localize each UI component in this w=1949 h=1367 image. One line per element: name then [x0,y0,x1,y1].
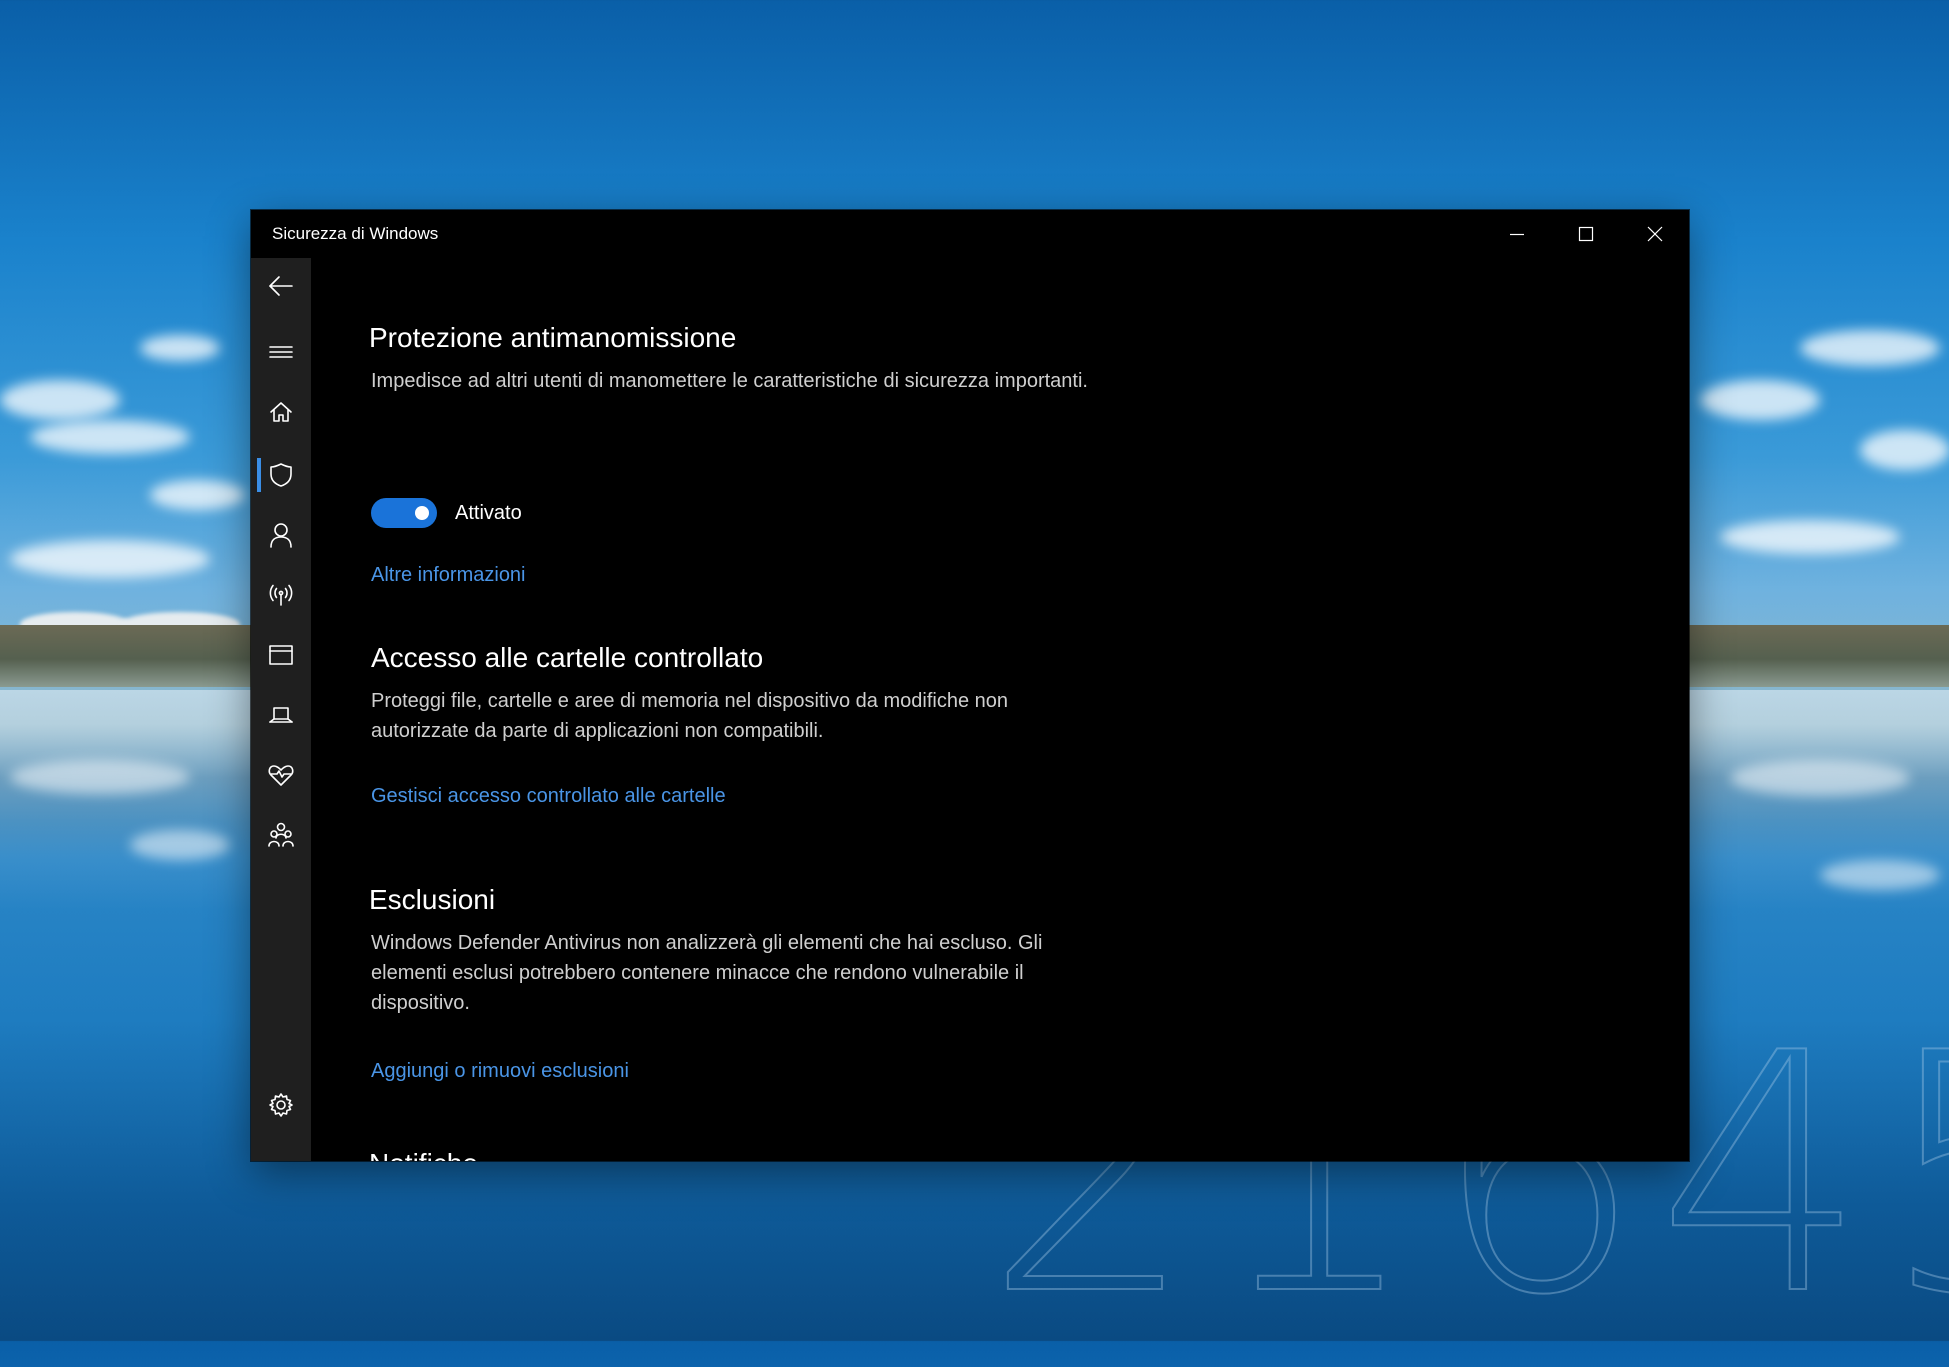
heart-pulse-icon [268,765,294,786]
nav-device-health[interactable] [251,751,311,799]
tamper-protection-toggle[interactable] [371,498,437,528]
hamburger-menu-button[interactable] [251,328,311,376]
toggle-knob [415,506,429,520]
window-title: Sicurezza di Windows [272,224,439,243]
nav-account-protection[interactable] [251,511,311,559]
manage-folder-access-link[interactable]: Gestisci accesso controllato alle cartel… [371,785,726,808]
nav-family-options[interactable] [251,811,311,859]
family-icon [268,822,294,847]
close-button[interactable] [1620,210,1689,258]
maximize-icon [1578,226,1593,242]
section-title: Notifiche [369,1146,1129,1161]
exclusions-section: Esclusioni Windows Defender Antivirus no… [369,882,1129,1082]
section-title: Protezione antimanomissione [369,322,737,353]
app-window: Sicurezza di Windows Protezione antimano… [251,210,1689,1161]
maximize-button[interactable] [1551,210,1620,258]
section-title: Accesso alle cartelle controllato [371,642,764,673]
toggle-state-label: Attivato [455,501,522,524]
app-browser-icon [269,645,293,665]
main-content[interactable]: Protezione antimanomissione Impedisce ad… [369,258,1689,1161]
laptop-icon [269,707,293,723]
nav-home[interactable] [251,388,311,436]
nav-firewall-network[interactable] [251,571,311,619]
tamper-toggle-row: Attivato [371,498,522,528]
add-remove-exclusions-link[interactable]: Aggiungi o rimuovi esclusioni [371,1060,629,1083]
more-info-link[interactable]: Altre informazioni [371,564,526,587]
shield-icon [270,463,292,487]
tamper-protection-section: Protezione antimanomissione Impedisce ad… [369,320,1129,586]
wireless-antenna-icon [269,584,293,606]
person-icon [270,523,292,548]
controlled-folder-access-section: Accesso alle cartelle controllato Proteg… [369,640,1129,807]
close-icon [1647,226,1662,242]
section-title: Esclusioni [369,884,496,915]
nav-settings[interactable] [251,1081,311,1129]
notifications-section: Notifiche [369,1146,1129,1161]
home-icon [270,402,292,422]
nav-device-security[interactable] [251,691,311,739]
gear-icon [269,1093,293,1117]
minimize-icon [1509,233,1524,236]
section-description: Proteggi file, cartelle e aree di memori… [371,690,1009,742]
nav-app-browser-control[interactable] [251,631,311,679]
hamburger-menu-icon [269,346,293,358]
back-button[interactable] [251,262,311,310]
minimize-button[interactable] [1482,210,1551,258]
section-description: Impedisce ad altri utenti di manomettere… [371,370,1088,392]
back-arrow-icon [269,276,293,296]
nav-virus-protection[interactable] [251,451,311,499]
section-description: Windows Defender Antivirus non analizzer… [371,932,1043,1014]
title-bar[interactable]: Sicurezza di Windows [251,210,1689,258]
window-controls [1482,210,1689,258]
navigation-sidebar [251,258,311,1161]
